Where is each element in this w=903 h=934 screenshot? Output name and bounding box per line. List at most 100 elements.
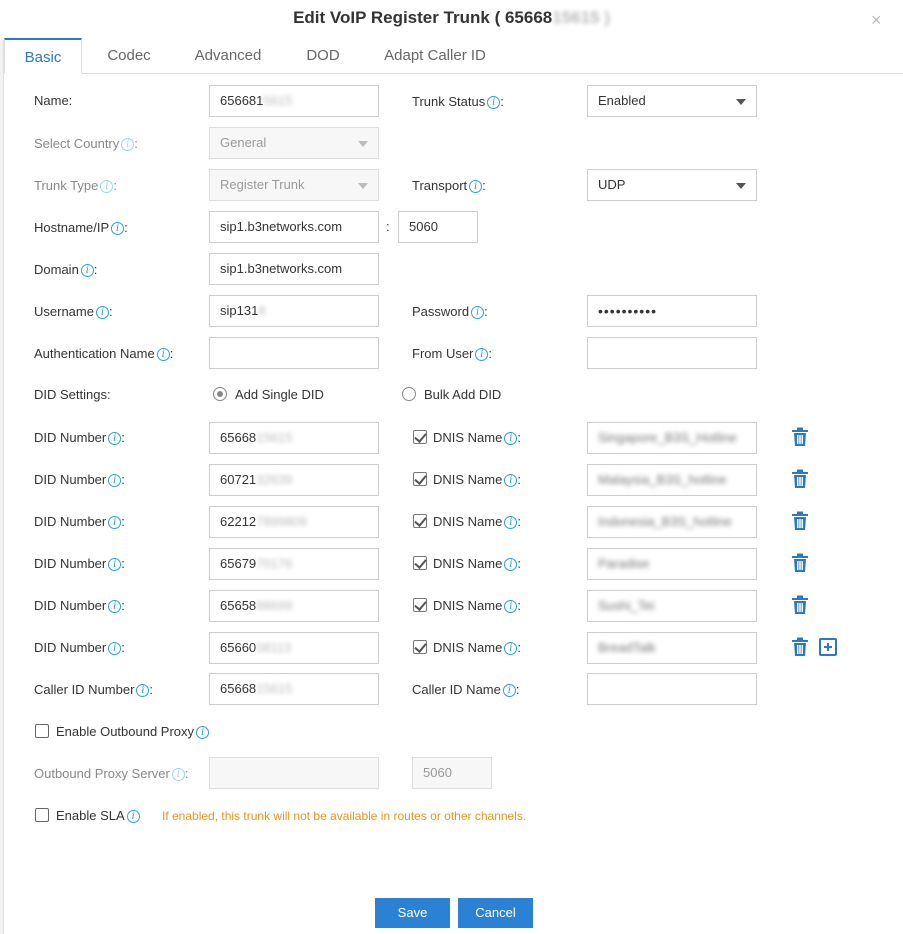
info-icon[interactable]: i — [80, 264, 94, 277]
did-number-input[interactable]: 6566008113 — [209, 632, 379, 664]
dnis-name-input[interactable]: Malaysia_B3S_hotline — [587, 464, 757, 496]
info-icon[interactable]: i — [504, 642, 518, 655]
tab-basic[interactable]: Basic — [4, 38, 82, 74]
did-number-label-text: DID Number — [34, 598, 107, 613]
tab-adapt-caller-id[interactable]: Adapt Caller ID — [370, 38, 500, 74]
dnis-name-input[interactable]: Sushi_Tei — [587, 590, 757, 622]
did-number-value: 65658 — [220, 598, 257, 613]
radio-bulk-add-did[interactable] — [402, 387, 416, 401]
did-number-value-redacted: 70176 — [256, 556, 293, 571]
info-icon[interactable]: i — [108, 642, 122, 655]
trash-icon[interactable] — [791, 469, 809, 489]
transport-select[interactable]: UDP — [587, 169, 757, 201]
dnis-name-input[interactable]: Singapore_B3S_Hotline — [587, 422, 757, 454]
add-did-icon[interactable] — [819, 638, 837, 656]
did-number-value: 65660 — [220, 640, 257, 655]
close-icon[interactable]: × — [871, 10, 882, 30]
info-icon[interactable]: i — [471, 306, 485, 319]
transport-label: Transport i: — [412, 178, 486, 193]
trash-icon[interactable] — [791, 427, 809, 447]
username-label: Username i: — [34, 304, 113, 319]
caller-id-number-input[interactable]: 6566815615 — [209, 673, 379, 705]
hostname-label-text: Hostname/IP — [34, 220, 110, 235]
info-icon[interactable]: i — [196, 726, 210, 739]
chevron-down-icon — [358, 183, 368, 189]
info-icon: i — [171, 768, 185, 781]
did-number-value: 60721 — [220, 472, 257, 487]
dnis-name-checkbox[interactable] — [413, 472, 427, 486]
cancel-button[interactable]: Cancel — [458, 898, 533, 928]
info-icon[interactable]: i — [126, 810, 140, 823]
info-icon[interactable]: i — [111, 222, 125, 235]
trash-icon[interactable] — [791, 511, 809, 531]
info-icon[interactable]: i — [100, 180, 114, 193]
trunk-type-label-text: Trunk Type — [34, 178, 99, 193]
info-icon[interactable]: i — [121, 138, 135, 151]
info-icon[interactable]: i — [136, 684, 150, 697]
dnis-name-input[interactable]: Paradise — [587, 548, 757, 580]
did-number-input[interactable]: 622127899809 — [209, 506, 379, 538]
from-user-input[interactable] — [587, 337, 757, 369]
dnis-name-input[interactable]: Indonesia_B3S_hotline — [587, 506, 757, 538]
trash-icon[interactable] — [791, 553, 809, 573]
outbound-proxy-port-input: 5060 — [412, 757, 492, 789]
save-button[interactable]: Save — [375, 898, 450, 928]
hostname-port-input[interactable]: 5060 — [398, 211, 478, 243]
dnis-name-label-text: DNIS Name — [433, 556, 503, 571]
info-icon[interactable]: i — [108, 558, 122, 571]
info-icon[interactable]: i — [487, 96, 501, 109]
outbound-proxy-label-text: Enable Outbound Proxy — [56, 724, 195, 739]
tab-dod[interactable]: DOD — [290, 38, 356, 74]
trunk-status-select[interactable]: Enabled — [587, 85, 757, 117]
auth-name-input[interactable] — [209, 337, 379, 369]
dnis-name-checkbox[interactable] — [413, 430, 427, 444]
did-number-label: DID Number i: — [34, 640, 125, 655]
did-number-value-redacted: 08113 — [256, 640, 292, 655]
username-input[interactable]: sip1318 — [209, 295, 379, 327]
trash-icon[interactable] — [791, 595, 809, 615]
info-icon[interactable]: i — [504, 432, 518, 445]
domain-input[interactable]: sip1.b3networks.com — [209, 253, 379, 285]
did-number-input[interactable]: 6566815615 — [209, 422, 379, 454]
dnis-name-checkbox[interactable] — [413, 514, 427, 528]
caller-id-name-input[interactable] — [587, 673, 757, 705]
info-icon[interactable]: i — [504, 600, 518, 613]
outbound-proxy-checkbox[interactable] — [35, 724, 49, 738]
trunk-type-value: Register Trunk — [220, 177, 305, 192]
tab-codec[interactable]: Codec — [88, 38, 170, 74]
enable-sla-checkbox[interactable] — [35, 808, 49, 822]
dnis-name-checkbox[interactable] — [413, 640, 427, 654]
info-icon[interactable]: i — [156, 348, 170, 361]
info-icon[interactable]: i — [108, 600, 122, 613]
trash-icon[interactable] — [791, 637, 809, 657]
info-icon[interactable]: i — [475, 348, 489, 361]
radio-add-single-did[interactable] — [213, 387, 227, 401]
did-number-input[interactable]: 6565888699 — [209, 590, 379, 622]
dnis-name-label-text: DNIS Name — [433, 514, 503, 529]
info-icon[interactable]: i — [504, 558, 518, 571]
dnis-name-checkbox[interactable] — [413, 556, 427, 570]
info-icon[interactable]: i — [502, 684, 516, 697]
dnis-name-checkbox[interactable] — [413, 598, 427, 612]
dnis-name-label: DNIS Name i: — [433, 640, 521, 655]
did-number-label-text: DID Number — [34, 556, 107, 571]
info-icon[interactable]: i — [504, 516, 518, 529]
dnis-name-input[interactable]: BreadTalk — [587, 632, 757, 664]
bulk-add-did-label[interactable]: Bulk Add DID — [424, 385, 501, 405]
info-icon[interactable]: i — [95, 306, 109, 319]
password-input[interactable]: •••••••••• — [587, 295, 757, 327]
info-icon[interactable]: i — [108, 432, 122, 445]
name-input[interactable]: 6566815615 — [209, 85, 379, 117]
add-single-did-label[interactable]: Add Single DID — [235, 385, 324, 405]
info-icon[interactable]: i — [469, 180, 483, 193]
info-icon[interactable]: i — [108, 516, 122, 529]
info-icon[interactable]: i — [108, 474, 122, 487]
hostname-input[interactable]: sip1.b3networks.com — [209, 211, 379, 243]
did-number-input[interactable]: 6072132639 — [209, 464, 379, 496]
info-icon[interactable]: i — [504, 474, 518, 487]
dialog-title-redacted: 15615 ) — [552, 8, 610, 27]
did-number-value-redacted: 88699 — [256, 598, 293, 613]
tab-advanced[interactable]: Advanced — [180, 38, 276, 74]
did-number-input[interactable]: 6567970176 — [209, 548, 379, 580]
from-user-label-text: From User — [412, 346, 474, 361]
